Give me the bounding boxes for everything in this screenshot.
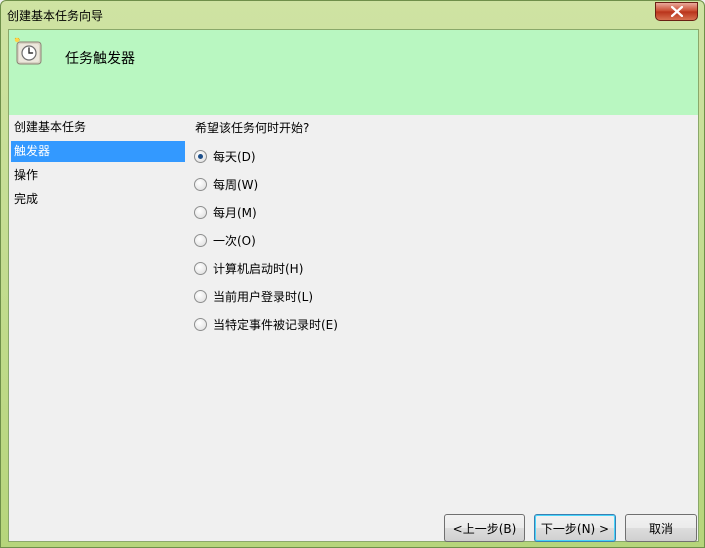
step-finish[interactable]: 完成 [11,189,185,210]
back-button[interactable]: <上一步(B) [444,514,525,542]
wizard-client-area: 任务触发器 创建基本任务 触发器 操作 完成 希望该任务何时开始? 每天(D) … [8,29,699,542]
step-trigger[interactable]: 触发器 [11,141,185,162]
radio-monthly[interactable] [194,205,207,219]
option-on-event-label: 当特定事件被记录时(E) [213,317,338,332]
option-on-event[interactable]: 当特定事件被记录时(E) [194,315,338,333]
wizard-header: 任务触发器 [9,30,698,115]
wizard-window: 创建基本任务向导 任务触发器 创建基本任务 触发器 操作 完成 希望该任务何时开… [0,0,705,548]
option-monthly-label: 每月(M) [213,205,257,220]
step-create-basic-task[interactable]: 创建基本任务 [11,117,185,138]
radio-at-logon[interactable] [194,289,207,303]
wizard-steps: 创建基本任务 触发器 操作 完成 [9,115,189,415]
cancel-button[interactable]: 取消 [625,514,697,542]
option-once-label: 一次(O) [213,233,256,248]
trigger-options: 希望该任务何时开始? 每天(D) 每周(W) 每月(M) 一次(O) 计算机启动… [194,115,694,415]
radio-daily[interactable] [194,149,207,163]
radio-at-startup[interactable] [194,261,207,275]
option-at-logon-label: 当前用户登录时(L) [213,289,314,304]
title-bar[interactable]: 创建基本任务向导 [1,1,704,29]
clock-icon [14,37,42,65]
option-daily[interactable]: 每天(D) [194,147,256,165]
option-monthly[interactable]: 每月(M) [194,203,257,221]
option-weekly-label: 每周(W) [213,177,259,192]
step-action[interactable]: 操作 [11,165,185,186]
trigger-question: 希望该任务何时开始? [195,121,310,135]
radio-once[interactable] [194,233,207,247]
page-title: 任务触发器 [65,51,135,67]
close-button[interactable] [655,2,698,21]
radio-on-event[interactable] [194,317,207,331]
option-once[interactable]: 一次(O) [194,231,256,249]
option-at-logon[interactable]: 当前用户登录时(L) [194,287,313,305]
option-weekly[interactable]: 每周(W) [194,175,258,193]
radio-weekly[interactable] [194,177,207,191]
option-at-startup-label: 计算机启动时(H) [213,261,304,276]
window-title: 创建基本任务向导 [7,9,104,23]
option-at-startup[interactable]: 计算机启动时(H) [194,259,303,277]
option-daily-label: 每天(D) [213,149,256,164]
next-button[interactable]: 下一步(N) > [534,514,616,542]
close-icon [670,6,683,17]
